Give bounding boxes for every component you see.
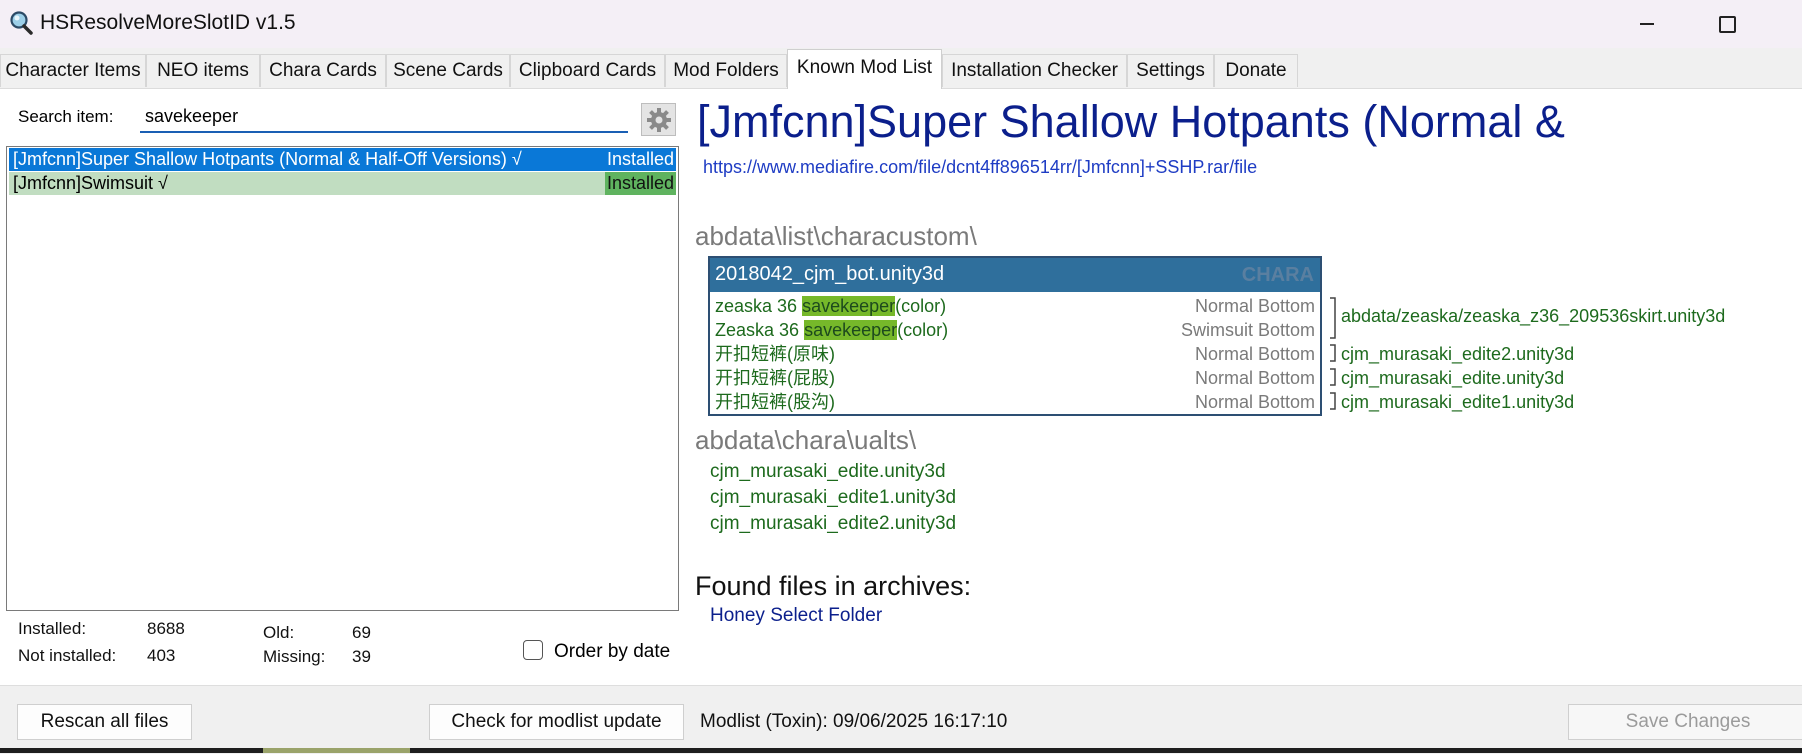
missing-label: Missing: — [263, 647, 326, 666]
tab-clipboard-cards[interactable]: Clipboard Cards — [510, 54, 665, 87]
slot-row: Zeaska 36 savekeeper(color) Swimsuit Bot… — [715, 318, 1315, 342]
file-box: 2018042_cjm_bot.unity3d CHARA zeaska 36 … — [708, 256, 1322, 416]
tab-known-mod-list[interactable]: Known Mod List — [787, 49, 942, 89]
section-path-characustom: abdata\list\characustom\ — [695, 221, 977, 251]
side-path: cjm_murasaki_edite1.unity3d — [1341, 392, 1575, 412]
slot-row: zeaska 36 savekeeper(color) Normal Botto… — [715, 294, 1315, 318]
list-item-name: [Jmfcnn]Super Shallow Hotpants (Normal &… — [13, 149, 522, 169]
slot-name: 开扣短裤(屁股) — [715, 368, 835, 388]
slot-category: Normal Bottom — [1194, 296, 1315, 316]
window-title: HSResolveMoreSlotID v1.5 — [40, 11, 296, 34]
modlist-info: Modlist (Toxin): 09/06/2025 16:17:10 — [700, 711, 1008, 732]
installed-count: 8688 — [147, 619, 185, 638]
file-box-tag: CHARA — [1241, 264, 1314, 286]
slot-name: 开扣短裤(原味) — [715, 344, 835, 364]
installed-label: Installed: — [18, 619, 87, 638]
tab-chara-cards[interactable]: Chara Cards — [260, 54, 386, 87]
search-label: Search item: — [18, 107, 114, 126]
tab-character-items[interactable]: Character Items — [0, 54, 146, 87]
section-path-ualts: abdata\chara\ualts\ — [695, 425, 917, 455]
mod-download-link[interactable]: https://www.mediafire.com/file/dcnt4ff89… — [703, 157, 1257, 178]
slot-row: 开扣短裤(屁股) Normal Bottom — [715, 366, 1315, 390]
list-item-status: Installed — [606, 149, 674, 169]
check-modlist-update-button[interactable]: Check for modlist update — [429, 704, 684, 740]
gear-icon — [646, 107, 671, 132]
tab-strip: Character Items NEO items Chara Cards Sc… — [0, 48, 1802, 89]
rescan-all-files-button[interactable]: Rescan all files — [17, 704, 192, 740]
slot-category: Normal Bottom — [1194, 392, 1315, 412]
search-settings-button[interactable] — [641, 103, 676, 136]
slot-category: Normal Bottom — [1194, 344, 1315, 364]
slot-row: 开扣短裤(股沟) Normal Bottom — [715, 390, 1315, 414]
tab-mod-folders[interactable]: Mod Folders — [665, 54, 787, 87]
bracket-icon — [1330, 392, 1336, 410]
title-bar: HSResolveMoreSlotID v1.5 — [0, 0, 1802, 48]
ualts-file: cjm_murasaki_edite1.unity3d — [710, 487, 957, 508]
found-files-heading: Found files in archives: — [695, 571, 972, 601]
minimize-button[interactable] — [1612, 0, 1682, 48]
search-input[interactable] — [140, 101, 628, 133]
slot-name: 开扣短裤(股沟) — [715, 392, 835, 412]
slot-row: 开扣短裤(原味) Normal Bottom — [715, 342, 1315, 366]
side-path: cjm_murasaki_edite.unity3d — [1341, 368, 1565, 388]
order-by-date-checkbox[interactable] — [523, 640, 543, 660]
magnifier-icon — [10, 11, 33, 35]
file-box-header: 2018042_cjm_bot.unity3d CHARA — [710, 258, 1320, 292]
old-label: Old: — [263, 623, 295, 642]
list-item[interactable]: [Jmfcnn]Super Shallow Hotpants (Normal &… — [9, 148, 676, 171]
search-highlight: savekeeper — [804, 320, 898, 340]
missing-count: 39 — [352, 647, 371, 666]
bracket-icon — [1330, 344, 1336, 362]
minimize-icon — [1640, 23, 1654, 25]
not-installed-count: 403 — [147, 646, 176, 665]
bracket-icon — [1330, 368, 1336, 386]
not-installed-label: Not installed: — [18, 646, 117, 665]
tab-scene-cards[interactable]: Scene Cards — [386, 54, 510, 87]
ualts-file: cjm_murasaki_edite.unity3d — [710, 461, 946, 482]
maximize-button[interactable] — [1692, 0, 1762, 48]
bracket-icon — [1330, 297, 1336, 339]
slot-name: zeaska 36 savekeeper(color) — [715, 296, 947, 316]
found-archive-item[interactable]: Honey Select Folder — [710, 605, 882, 627]
list-item-status: Installed — [604, 172, 676, 195]
file-box-filename: 2018042_cjm_bot.unity3d — [715, 263, 945, 285]
taskbar-edge-accent — [263, 748, 410, 753]
list-item[interactable]: [Jmfcnn]Swimsuit √ Installed — [9, 172, 676, 195]
tab-settings[interactable]: Settings — [1127, 54, 1214, 87]
search-highlight: savekeeper — [802, 296, 896, 316]
list-item-name: [Jmfcnn]Swimsuit √ — [13, 173, 168, 193]
side-path: abdata/zeaska/zeaska_z36_209536skirt.uni… — [1341, 306, 1726, 326]
slot-category: Swimsuit Bottom — [1180, 320, 1315, 340]
ualts-file: cjm_murasaki_edite2.unity3d — [710, 513, 957, 534]
side-path: cjm_murasaki_edite2.unity3d — [1341, 344, 1575, 364]
results-list[interactable]: [Jmfcnn]Super Shallow Hotpants (Normal &… — [6, 146, 679, 611]
slot-name: Zeaska 36 savekeeper(color) — [715, 320, 949, 340]
old-count: 69 — [352, 623, 371, 642]
tab-neo-items[interactable]: NEO items — [146, 54, 260, 87]
slot-category: Normal Bottom — [1194, 368, 1315, 388]
maximize-icon — [1718, 15, 1736, 33]
tab-installation-checker[interactable]: Installation Checker — [942, 54, 1127, 87]
mod-title: [Jmfcnn]Super Shallow Hotpants (Normal & — [697, 96, 1565, 147]
save-changes-button[interactable]: Save Changes — [1568, 704, 1802, 740]
tab-donate[interactable]: Donate — [1214, 54, 1298, 87]
order-by-date-label: Order by date — [554, 641, 671, 662]
